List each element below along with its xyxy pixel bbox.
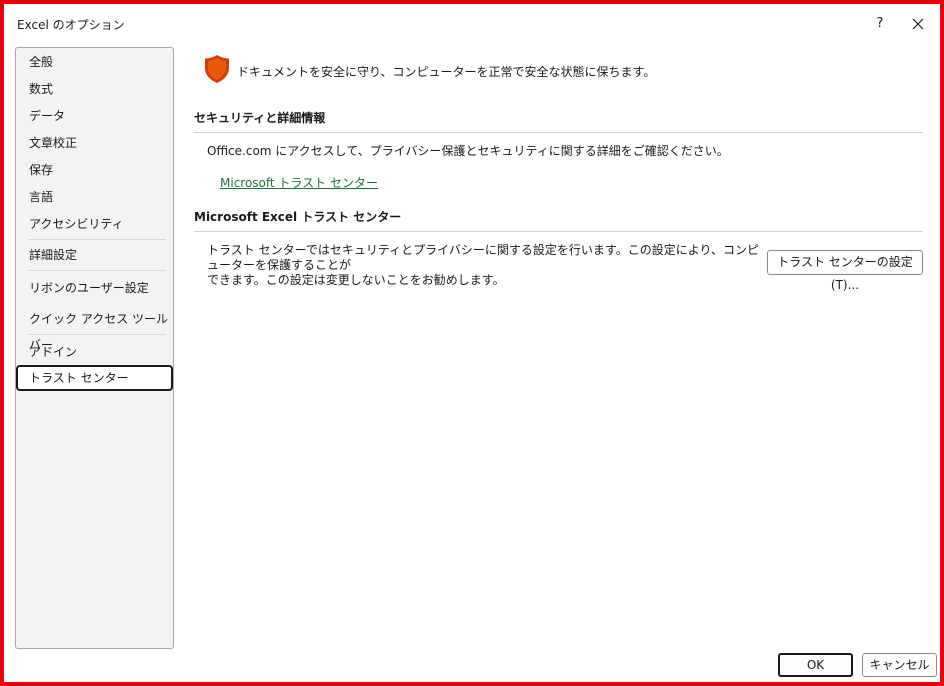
sidebar-item-language[interactable]: 言語 [17, 184, 173, 210]
sidebar-item-addins[interactable]: アドイン [17, 339, 173, 365]
trust-center-settings-button[interactable]: トラスト センターの設定(T)... [767, 250, 923, 292]
trust-center-link[interactable]: Microsoft トラスト センター [220, 174, 378, 191]
sidebar-item-general[interactable]: 全般 [17, 49, 173, 75]
help-button[interactable]: ? [866, 12, 894, 36]
sidebar-item-quick-access-toolbar[interactable]: クイック アクセス ツール バー [17, 306, 173, 352]
close-icon [912, 18, 924, 30]
sidebar: 全般 数式 データ 文章校正 保存 言語 アクセシビリティ 詳細設定 リボンのユ… [15, 47, 174, 649]
window-title: Excel のオプション [17, 18, 125, 32]
ok-button[interactable]: OK [778, 653, 853, 677]
sidebar-divider [28, 334, 166, 335]
security-section-title: セキュリティと詳細情報 [194, 111, 326, 125]
sidebar-divider [28, 239, 166, 240]
trust-description-line: できます。この設定は変更しないことをお勧めします。 [207, 273, 505, 287]
section-divider [194, 231, 923, 232]
trust-description-line: トラスト センターではセキュリティとプライバシーに関する設定を行います。この設定… [207, 243, 759, 272]
main-content: ドキュメントを安全に守り、コンピューターを正常で安全な状態に保ちます。 セキュリ… [174, 40, 944, 650]
sidebar-item-customize-ribbon[interactable]: リボンのユーザー設定 [17, 275, 173, 301]
section-divider [194, 132, 923, 133]
security-description: Office.com にアクセスして、プライバシー保護とセキュリティに関する詳細… [207, 144, 729, 158]
trust-description: トラスト センターではセキュリティとプライバシーに関する設定を行います。この設定… [207, 243, 767, 288]
close-button[interactable] [904, 12, 932, 36]
title-bar: Excel のオプション ? [8, 8, 944, 40]
sidebar-item-trust-center[interactable]: トラスト センター [16, 365, 173, 391]
trust-section-title: Microsoft Excel トラスト センター [194, 210, 402, 224]
sidebar-divider [28, 270, 166, 271]
sidebar-item-advanced[interactable]: 詳細設定 [17, 242, 173, 268]
intro-text: ドキュメントを安全に守り、コンピューターを正常で安全な状態に保ちます。 [237, 65, 656, 79]
sidebar-item-data[interactable]: データ [17, 103, 173, 129]
sidebar-item-save[interactable]: 保存 [17, 157, 173, 183]
sidebar-item-formulas[interactable]: 数式 [17, 76, 173, 102]
dialog-window: Excel のオプション ? 全般 数式 データ 文章校正 保存 言語 アクセシ… [0, 0, 944, 686]
sidebar-item-accessibility[interactable]: アクセシビリティ [17, 211, 173, 237]
sidebar-item-proofing[interactable]: 文章校正 [17, 130, 173, 156]
cancel-button[interactable]: キャンセル [862, 653, 937, 677]
shield-icon [205, 55, 229, 83]
